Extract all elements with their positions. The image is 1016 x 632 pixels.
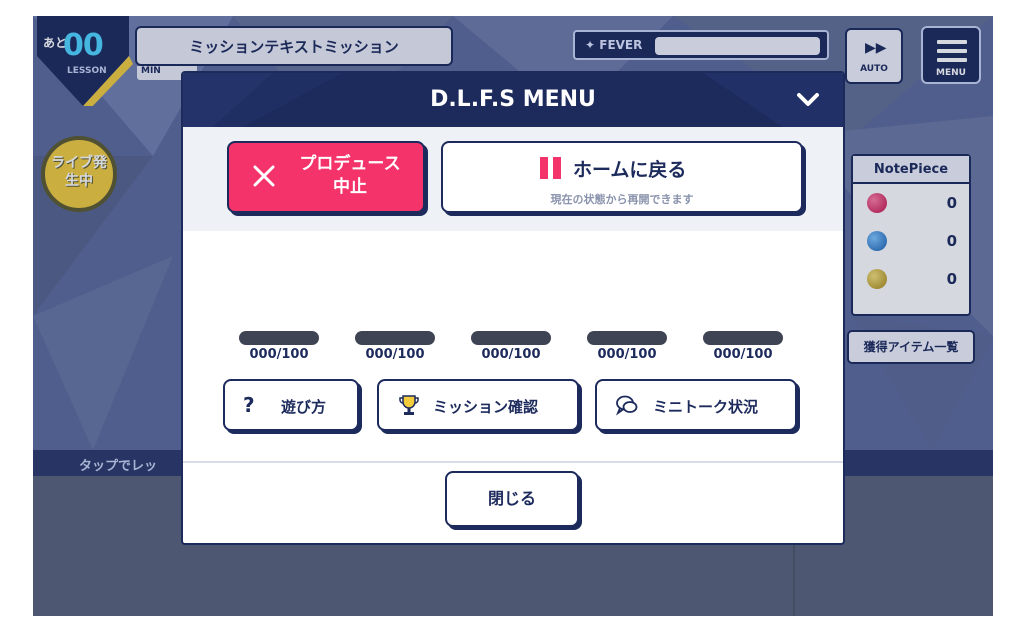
- progress-value: 000/100: [365, 347, 425, 362]
- progress-bar: [471, 331, 551, 345]
- progress-value: 000/100: [249, 347, 309, 362]
- progress-value: 000/100: [481, 347, 541, 362]
- mission-check-button[interactable]: ミッション確認: [377, 379, 579, 431]
- progress-item: 000/100: [703, 327, 783, 367]
- close-button[interactable]: 閉じる: [445, 471, 579, 527]
- progress-item: 000/100: [587, 327, 667, 367]
- modal-title: D.L.F.S MENU: [430, 87, 596, 112]
- stop-produce-label: プロデュース 中止: [299, 154, 401, 197]
- progress-value: 000/100: [713, 347, 773, 362]
- progress-bar: [703, 331, 783, 345]
- trophy-icon: [399, 395, 419, 415]
- how-to-play-button[interactable]: ? 遊び方: [223, 379, 359, 431]
- return-home-subtext: 現在の状態から再開できます: [550, 193, 694, 206]
- close-icon: [253, 165, 275, 187]
- chevron-down-icon[interactable]: [795, 87, 821, 113]
- progress-value: 000/100: [597, 347, 657, 362]
- progress-item: 000/100: [239, 327, 319, 367]
- mini-talk-status-label: ミニトーク状況: [653, 398, 759, 416]
- progress-bar: [355, 331, 435, 345]
- mini-talk-status-button[interactable]: ミニトーク状況: [595, 379, 797, 431]
- modal-header: D.L.F.S MENU: [183, 73, 843, 127]
- pause-icon: [540, 157, 562, 179]
- mission-check-label: ミッション確認: [433, 398, 539, 416]
- return-home-button[interactable]: ホームに戻る 現在の状態から再開できます: [441, 141, 803, 213]
- how-to-play-label: 遊び方: [281, 398, 327, 416]
- return-home-label: ホームに戻る: [573, 159, 687, 181]
- progress-row: 000/100 000/100 000/100 000/100 000/100: [239, 327, 799, 367]
- progress-bar: [587, 331, 667, 345]
- progress-bar: [239, 331, 319, 345]
- dlfs-menu-modal: D.L.F.S MENU プロデュース 中止 ホームに戻る 現在の状態から再開で…: [181, 71, 845, 545]
- question-icon: ?: [243, 393, 255, 417]
- chat-bubbles-icon: [616, 395, 638, 416]
- progress-item: 000/100: [471, 327, 551, 367]
- modal-primary-actions: プロデュース 中止 ホームに戻る 現在の状態から再開できます: [183, 127, 843, 231]
- progress-item: 000/100: [355, 327, 435, 367]
- modal-divider: [183, 461, 843, 463]
- stop-produce-button[interactable]: プロデュース 中止: [227, 141, 425, 213]
